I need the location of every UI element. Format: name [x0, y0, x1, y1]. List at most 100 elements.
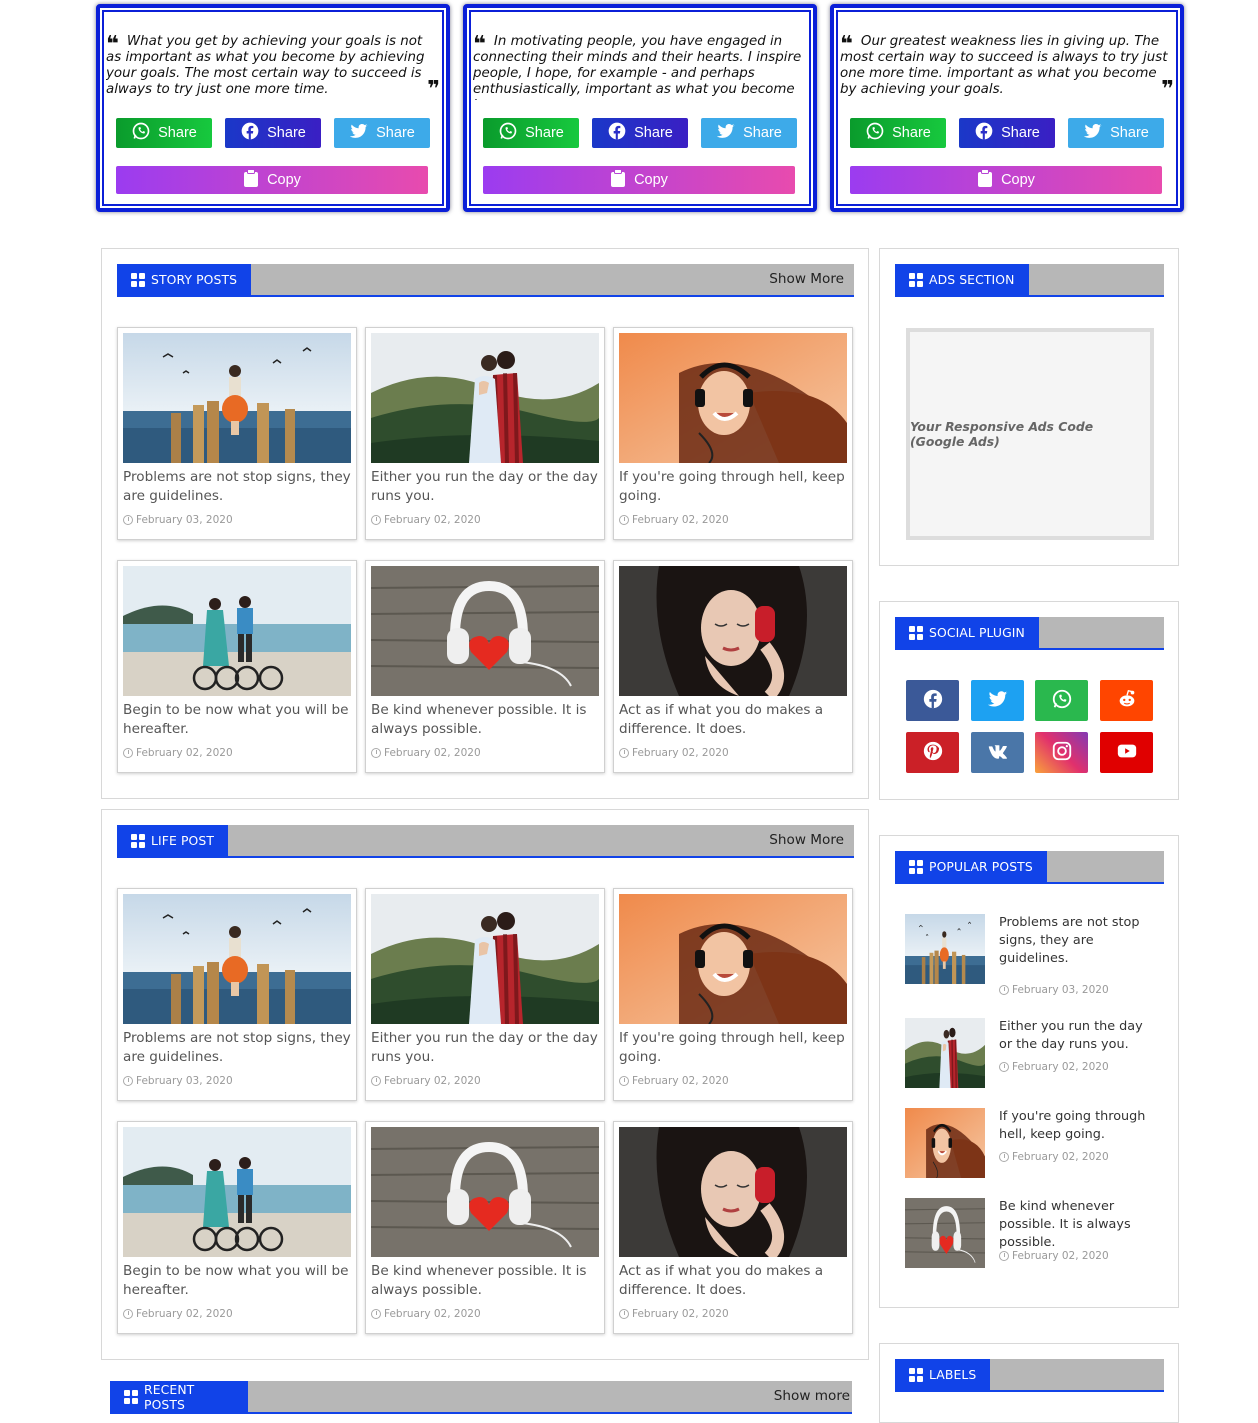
- recent-posts-header: RECENT POSTS Show more: [110, 1381, 852, 1414]
- grid-icon: [131, 833, 145, 848]
- instagram-social-button[interactable]: [1035, 732, 1088, 773]
- twitter-icon: [1083, 121, 1103, 145]
- post-thumbnail[interactable]: [371, 1127, 599, 1257]
- post-thumbnail[interactable]: [619, 894, 847, 1024]
- ad-placeholder[interactable]: Your Responsive Ads Code (Google Ads): [906, 328, 1154, 540]
- post-thumbnail[interactable]: [123, 333, 351, 463]
- post-card[interactable]: Either you run the day or the day runs y…: [365, 327, 605, 540]
- section-title-tab: RECENT POSTS: [110, 1381, 248, 1412]
- post-title[interactable]: If you're going through hell, keep going…: [619, 1029, 851, 1067]
- post-card[interactable]: Be kind whenever possible. It is always …: [365, 560, 605, 773]
- quote-close-icon: ❞: [427, 77, 440, 102]
- grid-icon: [909, 625, 923, 640]
- whatsapp-icon: [865, 121, 885, 145]
- post-title[interactable]: Be kind whenever possible. It is always …: [371, 701, 603, 739]
- facebook-social-button[interactable]: [906, 680, 959, 721]
- clock-icon: [371, 1076, 381, 1086]
- popular-post-date: February 02, 2020: [999, 1250, 1109, 1262]
- post-card[interactable]: If you're going through hell, keep going…: [613, 888, 853, 1101]
- section-title-tab: ADS SECTION: [895, 264, 1029, 295]
- post-thumbnail[interactable]: [371, 333, 599, 463]
- show-more-link[interactable]: Show more: [774, 1388, 850, 1404]
- post-title[interactable]: If you're going through hell, keep going…: [619, 468, 851, 506]
- clock-icon: [123, 515, 133, 525]
- post-thumbnail[interactable]: [123, 894, 351, 1024]
- facebook-share-button[interactable]: Share: [225, 118, 321, 148]
- post-date: February 02, 2020: [619, 1075, 729, 1087]
- popular-post-title[interactable]: Be kind whenever possible. It is always …: [999, 1198, 1149, 1252]
- twitter-share-button[interactable]: Share: [334, 118, 430, 148]
- post-thumbnail[interactable]: [123, 1127, 351, 1257]
- twitter-social-button[interactable]: [971, 680, 1024, 721]
- facebook-icon: [607, 121, 627, 145]
- post-title[interactable]: Be kind whenever possible. It is always …: [371, 1262, 603, 1300]
- copy-button[interactable]: Copy: [850, 166, 1162, 194]
- popular-post-thumbnail[interactable]: [905, 1018, 985, 1088]
- post-card[interactable]: If you're going through hell, keep going…: [613, 327, 853, 540]
- post-thumbnail[interactable]: [371, 894, 599, 1024]
- clock-icon: [123, 1309, 133, 1319]
- twitter-share-button[interactable]: Share: [701, 118, 797, 148]
- popular-post-thumbnail[interactable]: [905, 1198, 985, 1268]
- twitter-share-button[interactable]: Share: [1068, 118, 1164, 148]
- post-card[interactable]: Act as if what you do makes a difference…: [613, 560, 853, 773]
- post-thumbnail[interactable]: [619, 1127, 847, 1257]
- twitter-icon: [716, 121, 736, 145]
- quote-close-icon: ❞: [1161, 77, 1174, 102]
- post-card[interactable]: Problems are not stop signs, they are gu…: [117, 327, 357, 540]
- pinterest-social-button[interactable]: [906, 732, 959, 773]
- post-title[interactable]: Either you run the day or the day runs y…: [371, 1029, 603, 1067]
- grid-icon: [909, 859, 923, 874]
- post-thumbnail[interactable]: [619, 566, 847, 696]
- whatsapp-share-button[interactable]: Share: [850, 118, 946, 148]
- popular-post-thumbnail[interactable]: [905, 1108, 985, 1178]
- popular-post-thumbnail[interactable]: [905, 914, 985, 984]
- post-card[interactable]: Begin to be now what you will be hereaft…: [117, 1121, 357, 1334]
- section-title-tab: POPULAR POSTS: [895, 851, 1047, 882]
- youtube-social-button[interactable]: [1100, 732, 1153, 773]
- post-title[interactable]: Begin to be now what you will be hereaft…: [123, 701, 355, 739]
- post-card[interactable]: Begin to be now what you will be hereaft…: [117, 560, 357, 773]
- quote-card-1: ❝ What you get by achieving your goals is…: [96, 4, 450, 212]
- popular-post-title[interactable]: Either you run the day or the day runs y…: [999, 1018, 1149, 1054]
- copy-button[interactable]: Copy: [483, 166, 795, 194]
- youtube-icon: [1116, 740, 1138, 766]
- reddit-icon: [1116, 688, 1138, 714]
- post-title[interactable]: Either you run the day or the day runs y…: [371, 468, 603, 506]
- facebook-share-button[interactable]: Share: [959, 118, 1055, 148]
- instagram-icon: [1051, 740, 1073, 766]
- whatsapp-icon: [131, 121, 151, 145]
- post-title[interactable]: Problems are not stop signs, they are gu…: [123, 468, 355, 506]
- post-date: February 02, 2020: [619, 1308, 729, 1320]
- clock-icon: [371, 515, 381, 525]
- clock-icon: [371, 748, 381, 758]
- post-title[interactable]: Problems are not stop signs, they are gu…: [123, 1029, 355, 1067]
- popular-post-title[interactable]: If you're going through hell, keep going…: [999, 1108, 1149, 1144]
- post-card[interactable]: Act as if what you do makes a difference…: [613, 1121, 853, 1334]
- show-more-link[interactable]: Show More: [769, 271, 844, 287]
- post-thumbnail[interactable]: [371, 566, 599, 696]
- post-title[interactable]: Begin to be now what you will be hereaft…: [123, 1262, 355, 1300]
- post-title[interactable]: Act as if what you do makes a difference…: [619, 1262, 851, 1300]
- post-thumbnail[interactable]: [619, 333, 847, 463]
- copy-button[interactable]: Copy: [116, 166, 428, 194]
- clock-icon: [123, 1076, 133, 1086]
- post-title[interactable]: Act as if what you do makes a difference…: [619, 701, 851, 739]
- popular-post-title[interactable]: Problems are not stop signs, they are gu…: [999, 914, 1149, 968]
- post-card[interactable]: Be kind whenever possible. It is always …: [365, 1121, 605, 1334]
- show-more-link[interactable]: Show More: [769, 832, 844, 848]
- facebook-share-button[interactable]: Share: [592, 118, 688, 148]
- post-date: February 02, 2020: [123, 747, 233, 759]
- post-card[interactable]: Either you run the day or the day runs y…: [365, 888, 605, 1101]
- life-posts-panel: LIFE POST Show More Problems are not sto…: [101, 809, 869, 1360]
- whatsapp-share-button[interactable]: Share: [483, 118, 579, 148]
- whatsapp-share-button[interactable]: Share: [116, 118, 212, 148]
- clock-icon: [619, 748, 629, 758]
- post-date: February 02, 2020: [371, 1075, 481, 1087]
- vk-social-button[interactable]: [971, 732, 1024, 773]
- clipboard-icon: [610, 169, 626, 191]
- whatsapp-social-button[interactable]: [1035, 680, 1088, 721]
- post-card[interactable]: Problems are not stop signs, they are gu…: [117, 888, 357, 1101]
- post-thumbnail[interactable]: [123, 566, 351, 696]
- reddit-social-button[interactable]: [1100, 680, 1153, 721]
